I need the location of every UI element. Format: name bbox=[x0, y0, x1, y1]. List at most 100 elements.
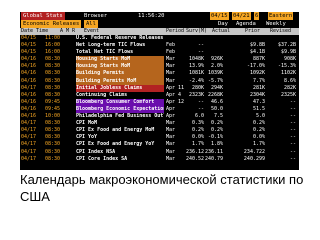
row-survey: 240.523 bbox=[186, 155, 204, 162]
row-actual: 926K bbox=[210, 56, 223, 63]
terminal-window: Global Stats Browser 11:56:20 04/15 04/2… bbox=[20, 12, 299, 170]
row-event: Total Net TIC Flows bbox=[76, 49, 134, 56]
row-revised: $37.2B bbox=[277, 42, 296, 49]
row-prior: 1.7% bbox=[252, 141, 265, 148]
row-revised: -15.3% bbox=[277, 63, 296, 70]
row-revised bbox=[268, 35, 296, 42]
table-row[interactable]: 04/17 08:30 Initial Jobless Claims Apr 11 28… bbox=[20, 84, 299, 92]
row-time: 08:30 bbox=[45, 127, 61, 134]
row-actual: 1039K bbox=[207, 70, 223, 77]
row-event: Philadelphia Fed Business Outlook bbox=[76, 113, 164, 120]
row-event: CPI Ex Food and Energy MoM bbox=[76, 127, 155, 134]
view-weekly-option[interactable]: Weekly bbox=[266, 20, 286, 28]
row-revised: 1102K bbox=[280, 70, 296, 77]
row-time: 08:30 bbox=[45, 70, 61, 77]
table-row[interactable]: 04/17 08:30 CPI Index NSA Mar 236.129236.119… bbox=[20, 149, 299, 156]
row-actual: -5.7% bbox=[207, 77, 223, 84]
table-row[interactable]: 04/16 08:30 Housing Starts MoM Mar 13.9% 2.0%… bbox=[20, 63, 299, 71]
column-header-datetime[interactable]: Date Time bbox=[21, 28, 48, 35]
row-date: 04/17 bbox=[21, 141, 37, 148]
row-time: 08:30 bbox=[45, 84, 61, 91]
row-actual bbox=[205, 42, 223, 49]
events-table: 04/15 11:00 U.S. Federal Reserve Releases … bbox=[20, 35, 299, 170]
row-event: Bloomberg Economic Expectation bbox=[76, 105, 164, 114]
row-time: 10:00 bbox=[45, 113, 61, 120]
view-day-option[interactable]: Day bbox=[218, 20, 228, 28]
date-to-field[interactable]: 04/21 bbox=[232, 12, 251, 20]
row-period: Apr 12 bbox=[166, 98, 184, 105]
table-row[interactable]: 04/16 08:30 Building Permits MoM Mar -2.4% -5… bbox=[20, 77, 299, 85]
row-period: Mar bbox=[166, 127, 176, 134]
row-time: 08:30 bbox=[45, 63, 61, 70]
row-date: 04/16 bbox=[21, 77, 37, 84]
table-row[interactable]: 04/17 08:30 CPI MoM Mar 0.3% 0.2% 0.2% -- bbox=[20, 120, 299, 127]
slide-caption: Календарь макроэкономической статистики … bbox=[20, 172, 304, 204]
browser-button[interactable]: Browser bbox=[84, 12, 107, 20]
column-header-amr[interactable]: A M R bbox=[60, 28, 75, 35]
row-event: CPI Core Index SA bbox=[76, 155, 128, 162]
scope-select[interactable]: All bbox=[84, 20, 98, 28]
row-date: 04/16 bbox=[21, 63, 37, 70]
table-row[interactable]: 04/16 09:45 Bloomberg Economic Expectation… bbox=[20, 105, 299, 114]
calendar-button[interactable]: 6 bbox=[254, 12, 260, 20]
table-row[interactable]: 04/16 09:45 Bloomberg Consumer Comfort Apr … bbox=[20, 98, 299, 106]
table-row[interactable]: 04/15 16:00 Net Long-term TIC Flows Feb -- $9… bbox=[20, 42, 299, 49]
table-row[interactable]: 04/16 10:00 Philadelphia Fed Business Outl… bbox=[20, 113, 299, 120]
row-actual: 236.119 bbox=[205, 148, 223, 155]
column-header-revised[interactable]: Revised bbox=[270, 28, 291, 35]
row-time: 09:45 bbox=[45, 98, 61, 105]
table-row[interactable]: 04/1708:30CPI Core Index SAMar240.523240… bbox=[20, 156, 299, 163]
row-actual: 1.8% bbox=[210, 141, 223, 148]
row-period: Mar bbox=[166, 77, 176, 84]
row-actual bbox=[205, 49, 223, 56]
row-survey: -- bbox=[197, 105, 204, 112]
row-prior: -17.0% bbox=[246, 63, 265, 70]
row-time: 09:45 bbox=[45, 105, 61, 112]
row-date: 04/16 bbox=[21, 56, 37, 63]
row-revised: 282K bbox=[283, 84, 296, 91]
column-header-survey[interactable]: Surv(M) bbox=[186, 28, 207, 35]
row-prior: 240.299 bbox=[243, 155, 265, 162]
table-row[interactable]: 04/17 08:30 CPI YoY Mar 0.0% -0.1% 0.0% -- bbox=[20, 134, 299, 141]
row-date: 04/15 bbox=[21, 42, 37, 49]
field-button[interactable]: Global Stats bbox=[21, 12, 65, 20]
column-header-event[interactable]: Event bbox=[84, 28, 99, 35]
table-row[interactable]: 04/17 08:30 CPI Ex Food and Energy YoY Mar 1… bbox=[20, 141, 299, 148]
row-event: Housing Starts MoM bbox=[76, 63, 164, 71]
row-revised: -- bbox=[289, 134, 296, 141]
row-survey: 1.7% bbox=[191, 141, 204, 148]
table-row[interactable]: 04/17 08:30 CPI Ex Food and Energy MoM Mar 0… bbox=[20, 127, 299, 134]
table-row[interactable]: 04/15 11:00 U.S. Federal Reserve Releases … bbox=[20, 35, 299, 42]
row-prior: 51.5 bbox=[252, 105, 265, 112]
row-prior: 2304K bbox=[249, 91, 265, 98]
row-event: Net Long-term TIC Flows bbox=[76, 42, 146, 49]
table-row[interactable]: 04/16 08:30 Building Permits Mar 1081K 1039K 1… bbox=[20, 70, 299, 78]
row-event: Continuing Claims bbox=[76, 91, 128, 98]
row-date: 04/16 bbox=[21, 70, 37, 77]
row-period: Mar bbox=[166, 148, 176, 155]
row-time: 16:00 bbox=[45, 42, 61, 49]
table-row[interactable]: 04/16 08:30 Housing Starts MoM Mar 1048K 926K… bbox=[20, 56, 299, 64]
table-row[interactable]: 04/16 08:30 Continuing Claims Apr 4 2323K 226… bbox=[20, 92, 299, 99]
country-select[interactable]: Economic Releases bbox=[21, 20, 82, 28]
row-prior bbox=[241, 35, 265, 42]
row-date: 04/17 bbox=[21, 120, 37, 127]
row-prior: 0.2% bbox=[252, 127, 265, 134]
row-period: Mar bbox=[166, 70, 176, 77]
row-period: Mar bbox=[166, 141, 176, 148]
row-date: 04/16 bbox=[21, 105, 37, 112]
view-agenda-option[interactable]: Agenda bbox=[236, 20, 256, 28]
row-survey: 280K bbox=[191, 84, 204, 91]
column-header-actual[interactable]: Actual bbox=[212, 28, 230, 35]
row-date: 04/17 bbox=[21, 155, 37, 162]
row-period: Mar bbox=[166, 63, 176, 70]
row-event: U.S. Federal Reserve Releases Beige Book bbox=[76, 35, 164, 41]
row-revised: -- bbox=[289, 141, 296, 148]
timezone-select[interactable]: Eastern bbox=[268, 12, 294, 20]
column-header-period[interactable]: Period bbox=[166, 28, 184, 35]
row-event: Housing Starts MoM bbox=[76, 56, 164, 64]
table-row[interactable]: 04/15 16:00 Total Net TIC Flows Feb -- $4.1B $… bbox=[20, 49, 299, 56]
column-header-prior[interactable]: Prior bbox=[245, 28, 260, 35]
date-from-field[interactable]: 04/15 bbox=[210, 12, 229, 20]
row-prior: $9.8B bbox=[249, 42, 265, 49]
